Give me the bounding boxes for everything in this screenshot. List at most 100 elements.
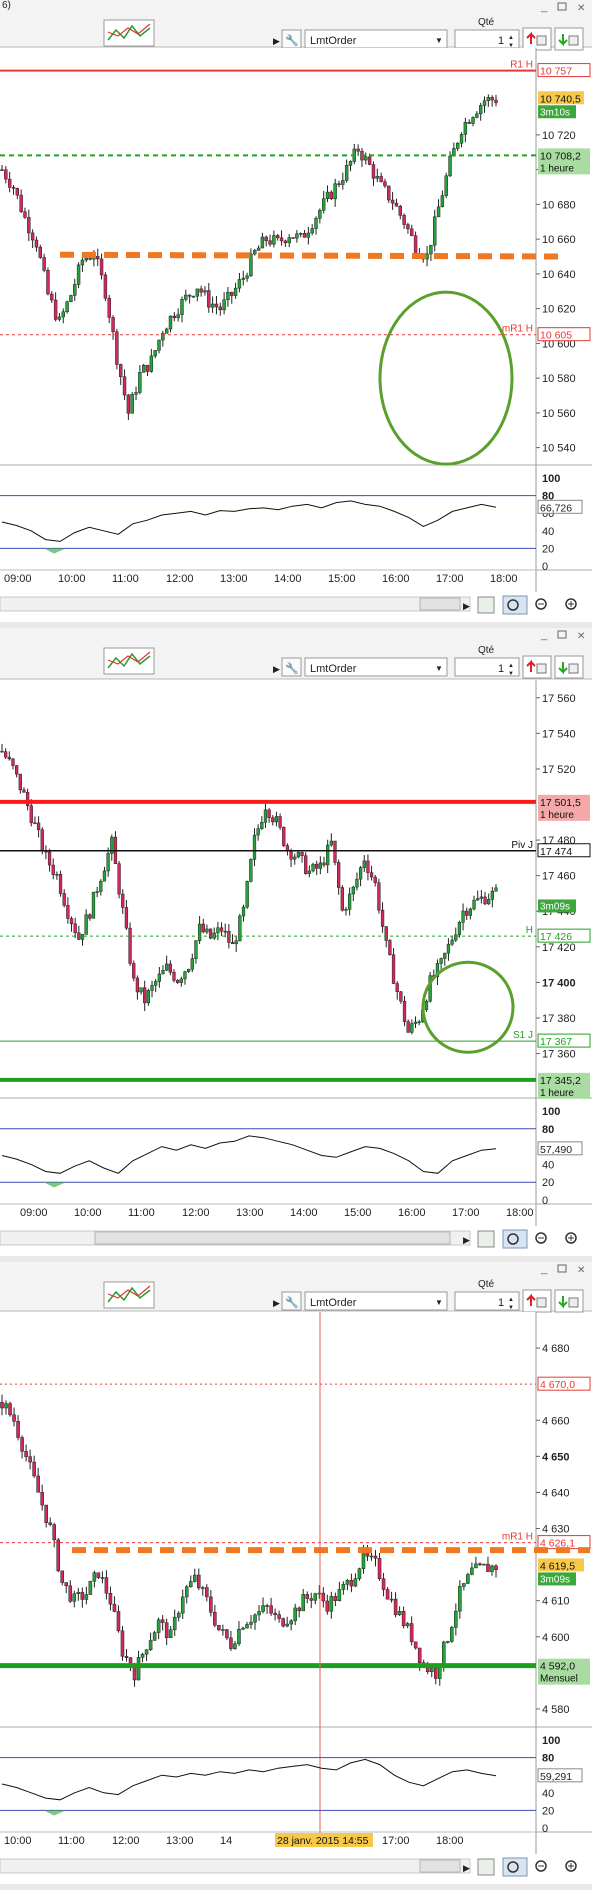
time-tick-label: 18:00: [490, 573, 518, 585]
candle-body: [394, 202, 399, 207]
qty-stepper[interactable]: 1 ▲▼: [454, 657, 520, 677]
price-tick-label: 17 380: [542, 1013, 576, 1025]
layers-button[interactable]: [477, 1858, 495, 1876]
sell-order-button[interactable]: [554, 655, 584, 679]
indicator-thumbnail-button[interactable]: [103, 19, 155, 47]
candle-body: [367, 156, 372, 165]
candle-body: [29, 805, 33, 824]
candle-body: [470, 1567, 474, 1575]
level-name: mR1 H: [502, 1532, 533, 1543]
candle-body: [15, 188, 20, 196]
candle-body: [300, 852, 304, 856]
price-tick-label: 4 600: [542, 1632, 570, 1644]
qty-stepper[interactable]: 1 ▲▼: [454, 29, 520, 49]
candle-body: [309, 1598, 314, 1601]
indicator-thumbnail-button[interactable]: [103, 1281, 155, 1309]
zoom-select-button[interactable]: [502, 595, 528, 615]
order-type-select[interactable]: LmtOrder ▼: [304, 29, 448, 49]
candle-body: [183, 971, 187, 980]
price-tick-label: 10 720: [542, 130, 576, 142]
stepper-up-icon: ▲: [508, 35, 514, 41]
candle-timer-label: 3m09s: [540, 901, 570, 912]
candle-body: [409, 1623, 414, 1643]
candle-body: [72, 1593, 77, 1602]
stepper-up-icon: ▲: [508, 663, 514, 669]
scroll-thumb[interactable]: [419, 1859, 461, 1873]
candle-body: [20, 1437, 24, 1452]
candle-body: [472, 899, 476, 910]
candle-body: [229, 1637, 233, 1649]
candle-body: [0, 1401, 4, 1409]
horizontal-scrollbar[interactable]: [0, 1858, 471, 1874]
indicator-thumbnail-button[interactable]: [103, 647, 155, 675]
candle-body: [120, 1630, 125, 1657]
time-tick-label: 15:00: [344, 1207, 372, 1219]
candle-body: [261, 1605, 265, 1612]
layers-button[interactable]: [477, 596, 495, 614]
price-tick-label: 4 610: [542, 1596, 570, 1608]
wrench-button[interactable]: 🔧: [281, 29, 302, 49]
wrench-icon: 🔧: [285, 1295, 299, 1309]
close-icon: ✕: [577, 3, 585, 14]
minimize-icon: _: [540, 629, 548, 641]
candle-body: [188, 1581, 193, 1588]
candle-body: [341, 1584, 346, 1590]
candle-body: [164, 1622, 169, 1638]
window-label: 6): [2, 0, 11, 11]
qty-stepper[interactable]: 1 ▲▼: [454, 1291, 520, 1311]
sell-order-button[interactable]: [554, 1289, 584, 1313]
level-name: R1 H: [510, 60, 533, 71]
chart-window-1: 6)_✕▶🔧LmtOrder▼Qté1▲▼10 72010 70010 6801…: [0, 0, 592, 628]
candle-body: [456, 142, 460, 149]
candle-body: [388, 940, 392, 955]
wrench-button[interactable]: 🔧: [281, 657, 302, 677]
candle-body: [190, 958, 194, 970]
osc-tick-label: 40: [542, 1788, 554, 1800]
horizontal-scrollbar[interactable]: [0, 596, 471, 612]
osc-oversold-fill: [44, 1182, 66, 1188]
chevron-down-icon: ▼: [435, 1298, 443, 1307]
level-value-label: 17 501,5: [540, 797, 581, 809]
candle-body: [191, 295, 196, 298]
osc-tick-label: 20: [542, 1177, 554, 1189]
scroll-right-icon: ▶: [463, 1235, 470, 1245]
candle-body: [440, 195, 445, 208]
candle-body: [0, 750, 4, 753]
candle-body: [329, 840, 333, 846]
zoom-select-button[interactable]: [502, 1857, 528, 1877]
candle-body: [141, 364, 146, 373]
scroll-thumb[interactable]: [94, 1231, 451, 1245]
candle-body: [377, 882, 381, 911]
candle-body: [73, 923, 77, 934]
horizontal-scrollbar[interactable]: [0, 1230, 471, 1246]
candle-body: [347, 893, 352, 910]
candle-body: [40, 829, 44, 852]
buy-order-button[interactable]: [522, 1289, 552, 1313]
qty-value: 1: [498, 1297, 504, 1309]
candle-body: [230, 291, 234, 296]
candle-body: [306, 232, 311, 238]
sell-order-button[interactable]: [554, 27, 584, 51]
candle-body: [88, 258, 92, 260]
time-tick-label: 13:00: [236, 1207, 264, 1219]
buy-order-button[interactable]: [522, 27, 552, 51]
zoom-select-button[interactable]: [502, 1229, 528, 1249]
layers-button[interactable]: [477, 1230, 495, 1248]
candle-body: [52, 1524, 56, 1541]
candle-body: [209, 1596, 213, 1613]
candle-body: [221, 1629, 225, 1631]
order-type-select[interactable]: LmtOrder ▼: [304, 1291, 448, 1311]
candle-body: [4, 751, 8, 758]
candle-body: [310, 228, 314, 234]
scroll-thumb[interactable]: [419, 597, 461, 611]
minimize-icon: _: [540, 1263, 548, 1275]
order-type-select[interactable]: LmtOrder ▼: [304, 657, 448, 677]
price-tick-label: 10 620: [542, 304, 576, 316]
wrench-button[interactable]: 🔧: [281, 1291, 302, 1311]
candle-body: [138, 372, 142, 393]
candle-body: [96, 1572, 101, 1578]
time-tick-label: 11:00: [128, 1207, 155, 1219]
candle-body: [463, 121, 468, 135]
candle-body: [168, 315, 173, 330]
buy-order-button[interactable]: [522, 655, 552, 679]
